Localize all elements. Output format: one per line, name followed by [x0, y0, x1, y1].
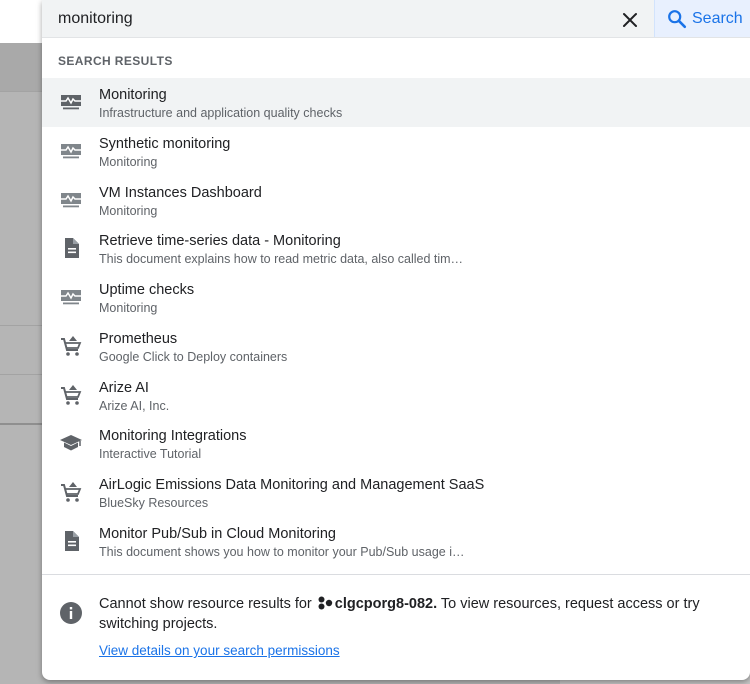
clear-search-button[interactable] [618, 8, 642, 32]
result-item[interactable]: Synthetic monitoring Monitoring [42, 127, 750, 176]
result-item[interactable]: Retrieve time-series data - Monitoring T… [42, 224, 750, 273]
organization-icon [318, 596, 332, 610]
close-icon [623, 13, 637, 27]
monitoring-icon [61, 95, 81, 110]
monitoring-icon [61, 290, 81, 305]
search-permissions-link[interactable]: View details on your search permissions [99, 643, 340, 658]
result-subtitle: BlueSky Resources [99, 496, 209, 510]
result-item[interactable]: Arize AI Arize AI, Inc. [42, 371, 750, 420]
result-item[interactable]: Monitor Pub/Sub in Cloud Monitoring This… [42, 517, 750, 566]
document-icon [65, 238, 79, 259]
search-button[interactable]: Search [654, 0, 750, 37]
result-item[interactable]: VM Instances Dashboard Monitoring [42, 176, 750, 225]
result-subtitle: Monitoring [99, 154, 158, 169]
notice-text-before: Cannot show resource results for [99, 596, 316, 612]
info-icon [60, 602, 82, 624]
search-button-label: Search [692, 9, 743, 27]
section-title: SEARCH RESULTS [58, 54, 173, 68]
result-title: Monitoring Integrations [99, 428, 247, 445]
marketplace-cart-icon [61, 482, 82, 502]
result-subtitle: This document shows you how to monitor y… [99, 544, 465, 559]
result-subtitle: Arize AI, Inc. [99, 398, 170, 413]
result-title: Monitor Pub/Sub in Cloud Monitoring [99, 525, 336, 542]
notice-message: Cannot show resource results for clgcpor… [99, 594, 719, 634]
result-title: VM Instances Dashboard [99, 184, 262, 201]
monitoring-icon [61, 192, 81, 207]
tutorial-cap-icon [60, 435, 82, 451]
result-title: Synthetic monitoring [99, 135, 231, 152]
search-results-list: Monitoring Infrastructure and applicatio… [42, 78, 750, 566]
marketplace-cart-icon [61, 335, 82, 356]
result-subtitle: Monitoring [99, 203, 158, 218]
monitoring-icon [61, 143, 81, 159]
search-bar: Search [42, 0, 750, 38]
result-title: Prometheus [99, 330, 178, 347]
result-title: Monitoring [99, 87, 167, 103]
result-title: Arize AI [99, 379, 149, 396]
document-icon [65, 530, 79, 551]
organization-name: clgcporg8-082. [334, 596, 438, 612]
search-icon [668, 9, 687, 28]
result-subtitle: This document explains how to read metri… [99, 252, 464, 267]
result-subtitle: Interactive Tutorial [99, 447, 202, 462]
result-item[interactable]: Uptime checks Monitoring [42, 273, 750, 322]
search-dropdown: Search SEARCH RESULTS Monitoring Infrast… [42, 0, 750, 680]
result-subtitle: Google Click to Deploy containers [99, 349, 288, 364]
result-item[interactable]: Monitoring Integrations Interactive Tuto… [42, 419, 750, 468]
result-item[interactable]: AirLogic Emissions Data Monitoring and M… [42, 468, 750, 517]
result-title: Uptime checks [99, 282, 195, 298]
result-item[interactable]: Monitoring Infrastructure and applicatio… [42, 78, 750, 127]
result-title: Retrieve time-series data - Monitoring [99, 233, 341, 250]
search-input[interactable] [58, 8, 598, 30]
result-subtitle: Infrastructure and application quality c… [99, 106, 343, 120]
result-title: AirLogic Emissions Data Monitoring and M… [99, 477, 485, 493]
marketplace-cart-icon [61, 384, 82, 405]
result-subtitle: Monitoring [99, 301, 158, 315]
permissions-notice: Cannot show resource results for clgcpor… [42, 575, 750, 680]
result-item[interactable]: Prometheus Google Click to Deploy contai… [42, 322, 750, 371]
